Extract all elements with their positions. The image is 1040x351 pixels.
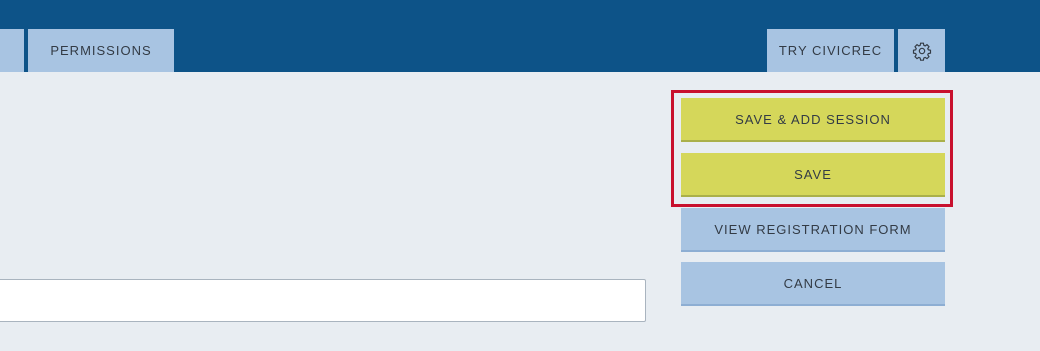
view-registration-form-button[interactable]: VIEW REGISTRATION FORM xyxy=(681,208,945,252)
cancel-button[interactable]: CANCEL xyxy=(681,262,945,306)
tab-permissions-label: PERMISSIONS xyxy=(50,43,152,58)
view-registration-form-label: VIEW REGISTRATION FORM xyxy=(714,221,912,237)
tab-permissions[interactable]: PERMISSIONS xyxy=(28,29,174,72)
top-navigation-bar: PERMISSIONS TRY CIVICREC xyxy=(0,0,1040,72)
save-and-add-session-button[interactable]: SAVE & ADD SESSION xyxy=(681,98,945,142)
cancel-label: CANCEL xyxy=(783,275,843,291)
gear-icon xyxy=(912,42,931,61)
tab-partial[interactable] xyxy=(0,29,24,72)
try-civicrec-label: TRY CIVICREC xyxy=(778,43,883,58)
try-civicrec-button[interactable]: TRY CIVICREC xyxy=(767,29,894,72)
text-input-field[interactable] xyxy=(0,279,646,322)
save-label: SAVE xyxy=(794,166,832,182)
settings-button[interactable] xyxy=(898,29,945,72)
save-and-add-session-label: SAVE & ADD SESSION xyxy=(735,111,891,127)
save-button[interactable]: SAVE xyxy=(681,153,945,197)
